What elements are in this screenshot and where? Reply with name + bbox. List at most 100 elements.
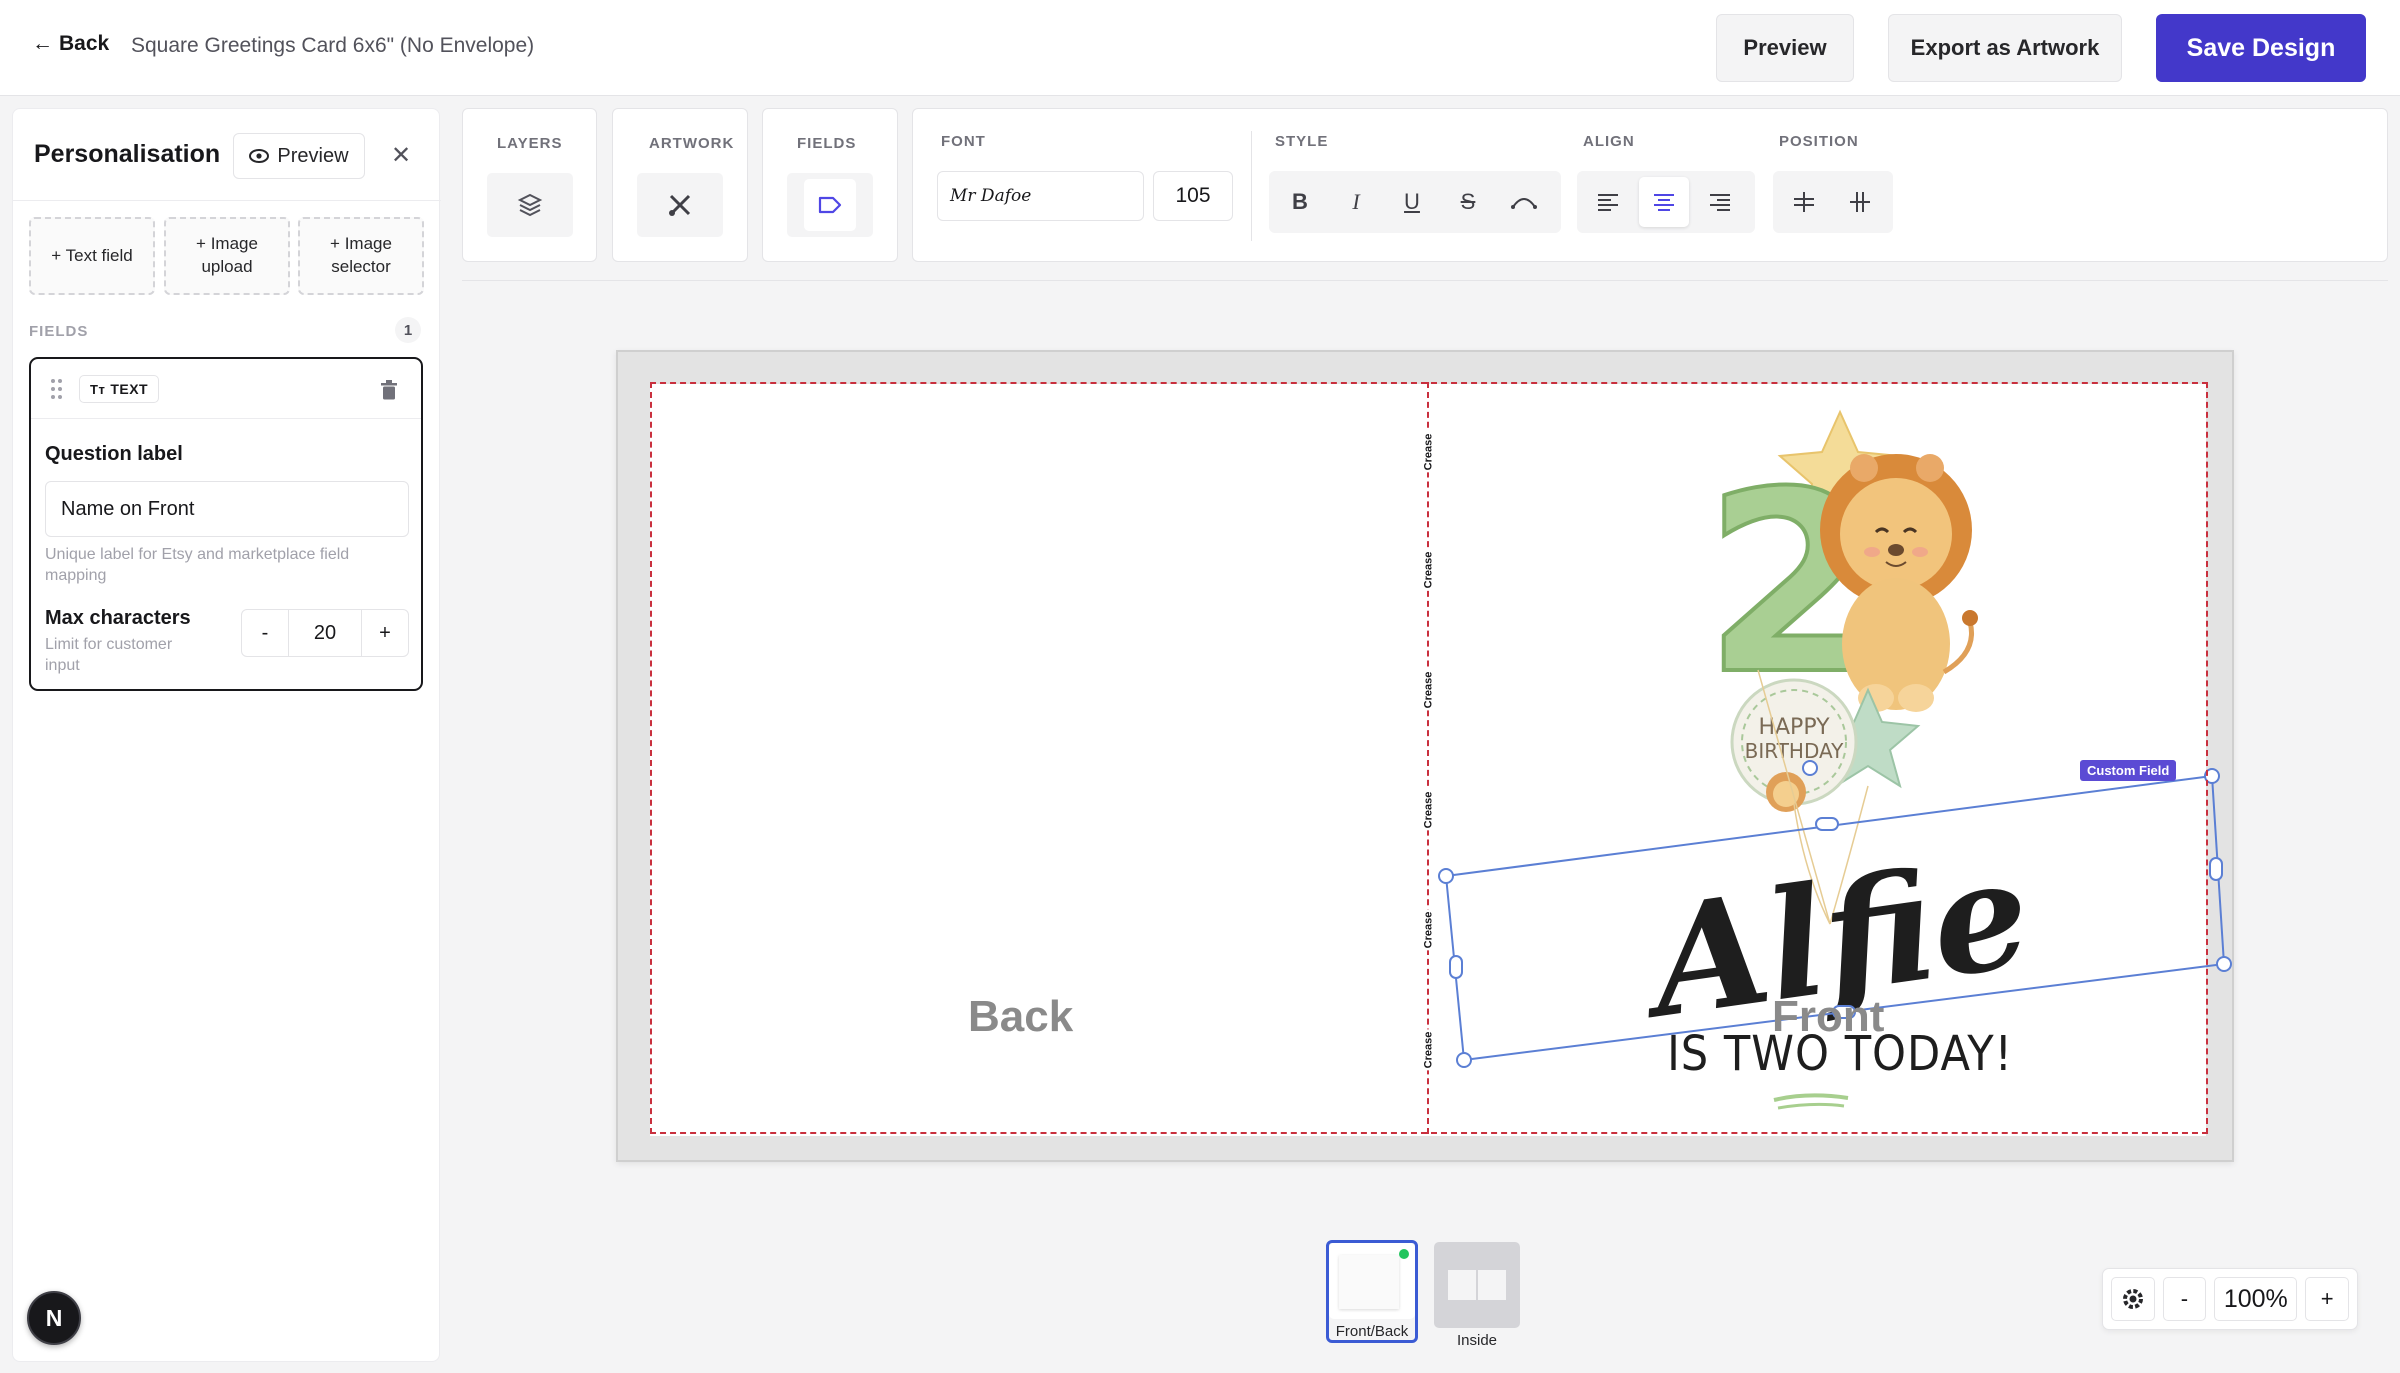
align-center-icon	[1654, 194, 1674, 211]
resize-handle[interactable]	[1438, 868, 1454, 884]
center-horizontal-button[interactable]	[1835, 177, 1885, 227]
question-label-help: Unique label for Etsy and marketplace fi…	[45, 546, 350, 584]
position-group	[1773, 171, 1893, 233]
curve-text-button[interactable]	[1499, 177, 1549, 227]
document-title: Square Greetings Card 6x6" (No Envelope)	[131, 34, 535, 57]
center-vertical-icon	[1794, 192, 1814, 212]
panel-title: Personalisation	[34, 140, 221, 168]
add-image-selector-button[interactable]: + Image selector	[298, 217, 424, 295]
drag-handle-icon[interactable]	[51, 379, 63, 399]
position-label: POSITION	[1779, 133, 1859, 150]
inside-thumbnail	[1434, 1242, 1520, 1328]
resize-handle[interactable]	[2216, 956, 2232, 972]
align-left-icon	[1598, 194, 1618, 211]
field-type-tag: Tт TEXT	[79, 375, 160, 403]
align-left-button[interactable]	[1583, 177, 1633, 227]
avatar[interactable]: N	[27, 1291, 81, 1345]
max-characters-value[interactable]: 20	[288, 610, 362, 656]
center-vertical-button[interactable]	[1779, 177, 1829, 227]
page-thumb-front-back[interactable]: Front/Back	[1326, 1240, 1418, 1343]
page-thumb-label: Front/Back	[1335, 1323, 1409, 1340]
font-family-select[interactable]: Mr Dafoe	[937, 171, 1144, 221]
font-label: FONT	[941, 133, 986, 150]
crease-label: Crease	[1422, 431, 1435, 473]
panel-preview-label: Preview	[277, 144, 349, 167]
crease-guide	[1427, 382, 1429, 1134]
max-characters-help: Limit for customer input	[45, 636, 173, 674]
add-image-upload-button[interactable]: + Image upload	[164, 217, 290, 295]
field-card[interactable]: Tт TEXT Question label Unique label for …	[29, 357, 423, 691]
rotate-handle[interactable]	[1802, 760, 1818, 776]
zoom-out-button[interactable]: -	[2162, 1277, 2207, 1321]
status-dot	[1399, 1249, 1409, 1259]
artwork-label: ARTWORK	[649, 135, 735, 152]
align-right-button[interactable]	[1695, 177, 1745, 227]
max-characters-heading: Max characters	[45, 607, 191, 629]
layers-tool-group: LAYERS	[462, 108, 597, 262]
decrement-button[interactable]: -	[242, 610, 288, 656]
question-label-input[interactable]	[45, 481, 409, 537]
design-canvas[interactable]: 2 HAPPY BIRTHDAY Alfie IS TWO TODAY! Cre…	[616, 350, 2234, 1162]
arrow-left-icon: ←	[32, 32, 53, 55]
settings-gear-button[interactable]	[2111, 1277, 2155, 1321]
front-back-thumbnail	[1329, 1243, 1415, 1319]
close-icon[interactable]: ✕	[383, 137, 419, 173]
resize-handle[interactable]	[2204, 768, 2220, 784]
font-size-input[interactable]: 105	[1153, 171, 1233, 221]
layers-label: LAYERS	[497, 135, 563, 152]
edge-handle[interactable]	[1449, 955, 1463, 979]
question-label-heading: Question label	[45, 443, 183, 465]
trash-icon[interactable]	[379, 379, 399, 401]
strikethrough-button[interactable]: S	[1443, 177, 1493, 227]
style-group: B I U S	[1269, 171, 1561, 233]
italic-button[interactable]: I	[1331, 177, 1381, 227]
edge-handle[interactable]	[2209, 857, 2223, 881]
increment-button[interactable]: +	[362, 610, 408, 656]
panel-preview-button[interactable]: Preview	[233, 133, 365, 179]
page-thumb-inside[interactable]: Inside	[1434, 1242, 1520, 1349]
align-group	[1577, 171, 1755, 233]
zoom-controls: - 100% +	[2102, 1268, 2358, 1330]
fields-button[interactable]	[787, 173, 873, 237]
field-type-label: TEXT	[110, 381, 149, 397]
center-horizontal-icon	[1850, 192, 1870, 212]
back-label: Back	[59, 32, 110, 55]
back-button[interactable]: ← Back	[32, 32, 109, 56]
crease-label: Crease	[1422, 549, 1435, 591]
fields-count-badge: 1	[395, 317, 421, 343]
page-thumb-label: Inside	[1456, 1332, 1498, 1349]
underline-button[interactable]: U	[1387, 177, 1437, 227]
top-bar: ← Back Square Greetings Card 6x6" (No En…	[0, 0, 2400, 96]
tag-icon	[818, 196, 842, 214]
eye-icon	[249, 149, 270, 163]
fields-button-active	[804, 179, 856, 231]
add-text-field-button[interactable]: + Text field	[29, 217, 155, 295]
max-characters-stepper: - 20 +	[241, 609, 409, 657]
fields-tool-label: FIELDS	[797, 135, 857, 152]
resize-handle[interactable]	[1456, 1052, 1472, 1068]
toolbar-divider-line	[462, 280, 2388, 281]
front-side-label: Front	[1772, 992, 1885, 1041]
export-artwork-button[interactable]: Export as Artwork	[1888, 14, 2122, 82]
add-image-selector-label: + Image selector	[330, 234, 392, 276]
fields-tool-group: FIELDS	[762, 108, 898, 262]
artwork-button[interactable]	[637, 173, 723, 237]
text-format-toolbar: FONT Mr Dafoe 105 STYLE B I U S ALIGN PO…	[912, 108, 2388, 262]
preview-button[interactable]: Preview	[1716, 14, 1854, 82]
crease-label: Crease	[1422, 669, 1435, 711]
gear-icon	[2122, 1289, 2143, 1309]
bold-button[interactable]: B	[1275, 177, 1325, 227]
zoom-in-button[interactable]: +	[2305, 1277, 2349, 1321]
save-design-button[interactable]: Save Design	[2156, 14, 2366, 82]
fields-section-label: FIELDS	[29, 323, 89, 340]
align-center-button[interactable]	[1639, 177, 1689, 227]
style-label: STYLE	[1275, 133, 1329, 150]
open-card-icon	[1448, 1270, 1506, 1300]
layers-button[interactable]	[487, 173, 573, 237]
align-label: ALIGN	[1583, 133, 1635, 150]
panel-header: Personalisation Preview ✕	[13, 109, 441, 201]
personalisation-panel: Personalisation Preview ✕ + Text field +…	[12, 108, 441, 1362]
curve-text-icon	[1511, 198, 1537, 209]
back-side-label: Back	[968, 992, 1074, 1041]
edge-handle[interactable]	[1815, 817, 1839, 831]
